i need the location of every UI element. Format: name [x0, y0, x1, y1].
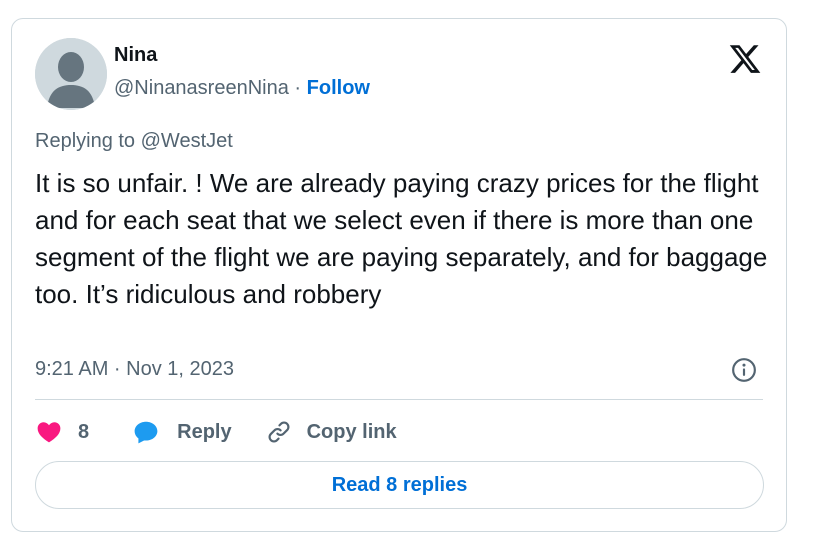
- tweet-card: Nina @NinanasreenNina · Follow Replying …: [11, 18, 787, 532]
- read-replies-button[interactable]: Read 8 replies: [35, 461, 764, 509]
- copy-link-label: Copy link: [306, 420, 397, 443]
- like-count: 8: [78, 420, 90, 443]
- divider: [35, 399, 763, 400]
- tweet-timestamp[interactable]: 9:21 AM · Nov 1, 2023: [35, 358, 234, 381]
- avatar-placeholder-icon: [35, 38, 107, 110]
- author-name[interactable]: Nina: [114, 44, 157, 67]
- action-bar: 8 Reply Copy link: [35, 415, 397, 449]
- separator-dot: ·: [294, 77, 302, 99]
- tweet-text: It is so unfair. ! We are already paying…: [35, 168, 768, 309]
- like-button[interactable]: 8: [35, 419, 89, 445]
- heart-icon: [37, 422, 61, 443]
- author-handle-row: @NinanasreenNina · Follow: [114, 77, 370, 100]
- x-logo-icon[interactable]: [728, 42, 762, 76]
- reply-bubble-icon: [134, 421, 158, 444]
- reply-mention-link[interactable]: @WestJet: [141, 130, 233, 152]
- info-icon[interactable]: [731, 357, 757, 383]
- avatar[interactable]: [35, 38, 107, 110]
- reply-button[interactable]: Reply: [132, 419, 232, 445]
- reply-context-prefix: Replying to: [35, 130, 136, 152]
- follow-button[interactable]: Follow: [307, 77, 370, 99]
- reply-context: Replying to @WestJet: [35, 130, 233, 153]
- copy-link-button[interactable]: Copy link: [265, 419, 397, 445]
- reply-label: Reply: [177, 420, 232, 443]
- link-icon: [268, 421, 290, 443]
- author-handle[interactable]: @NinanasreenNina: [114, 77, 289, 99]
